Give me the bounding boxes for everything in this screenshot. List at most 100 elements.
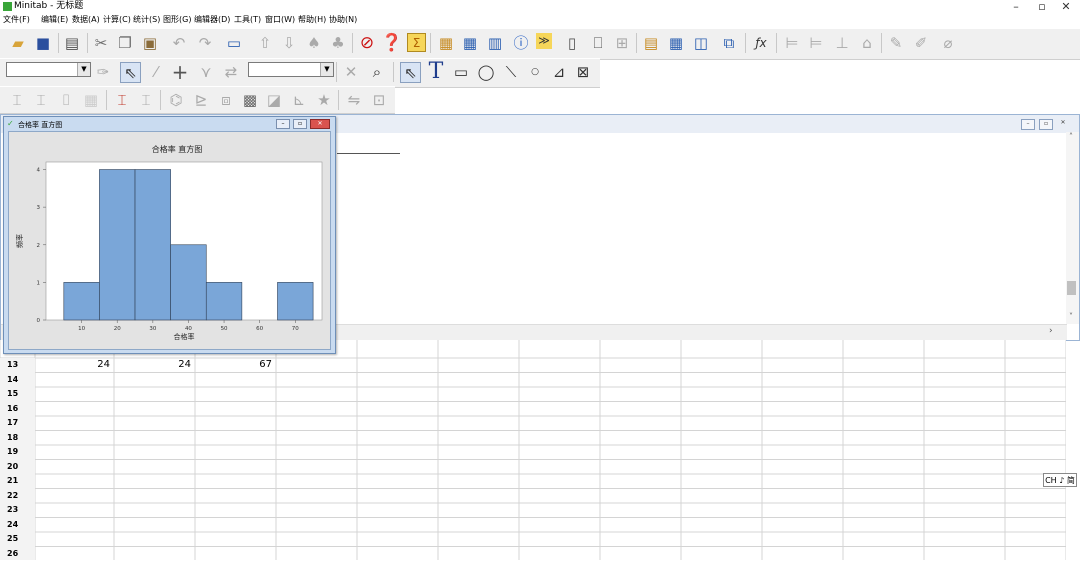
table-cell[interactable] <box>114 445 191 459</box>
table-cell[interactable] <box>195 518 272 532</box>
graph-restore-button[interactable]: ▫ <box>293 119 307 129</box>
select-arrow-icon[interactable]: ⇖ <box>400 62 421 83</box>
scroll-thumb[interactable] <box>1067 281 1076 295</box>
session-restore-button[interactable]: ▫ <box>1039 119 1053 130</box>
histogram-graph-window[interactable]: ✓ 合格率 直方图 – ▫ ✕ 合格率 直方图 0 1 2 3 4 10 20 30 40 50… <box>3 116 336 354</box>
layout-icon[interactable]: ⊵ <box>191 90 211 110</box>
fx-icon[interactable]: ƒx <box>751 33 771 53</box>
table-cell[interactable] <box>114 402 191 416</box>
select-arrow-icon[interactable]: ⇖ <box>120 62 141 83</box>
flag-icon[interactable]: ⋎ <box>196 62 216 82</box>
align-left-icon[interactable]: ⊨ <box>782 33 802 53</box>
table-cell[interactable] <box>35 387 110 401</box>
down-arrow-icon[interactable]: ⇩ <box>279 33 299 53</box>
table-cell[interactable] <box>35 489 110 503</box>
session-close-button[interactable]: ✕ <box>1057 119 1069 128</box>
table-cell[interactable] <box>114 387 191 401</box>
menu-data[interactable]: 数据(A) <box>72 14 100 26</box>
row-header[interactable]: 23 <box>7 503 35 517</box>
menu-stat[interactable]: 统计(S) <box>133 14 160 26</box>
scroll-up-icon[interactable]: ˄ <box>1069 132 1073 141</box>
menu-help[interactable]: 帮助(H) <box>298 14 326 26</box>
table-cell[interactable] <box>35 547 110 561</box>
table-cell[interactable] <box>195 547 272 561</box>
graph-item-select[interactable]: ▼ <box>248 62 334 77</box>
brush2-icon[interactable]: ◪ <box>264 90 284 110</box>
table-cell[interactable] <box>114 460 191 474</box>
table-cell[interactable]: 24 <box>35 358 110 372</box>
table-cell[interactable] <box>35 431 110 445</box>
row-header[interactable]: 26 <box>7 547 35 561</box>
brush-icon[interactable]: ⌬ <box>166 90 186 110</box>
table-cell[interactable] <box>114 532 191 546</box>
session-minimize-button[interactable]: – <box>1021 119 1035 130</box>
menu-file[interactable]: 文件(F) <box>3 14 30 26</box>
save-icon[interactable]: ■ <box>33 33 53 53</box>
row-header[interactable]: 19 <box>7 445 35 459</box>
layout-icon[interactable]: ⊞ <box>612 33 632 53</box>
row-header[interactable]: 16 <box>7 402 35 416</box>
find-next-icon[interactable]: ♣ <box>328 33 348 53</box>
bracket2-icon[interactable]: ⌶ <box>136 90 156 110</box>
add-bracket-icon[interactable]: ⌶ <box>31 90 51 110</box>
row-header[interactable]: 21 <box>7 474 35 488</box>
table-cell[interactable] <box>114 518 191 532</box>
table-cell[interactable] <box>35 402 110 416</box>
table-cell[interactable] <box>195 416 272 430</box>
close-graphs-icon[interactable]: ⧉ <box>719 33 739 53</box>
open-icon[interactable]: ▰ <box>8 33 28 53</box>
table-cell[interactable] <box>35 503 110 517</box>
brush-icon[interactable]: ⌂ <box>857 33 877 53</box>
row-header[interactable]: 17 <box>7 416 35 430</box>
close-button[interactable]: ✕ <box>1054 0 1078 13</box>
row-header[interactable]: 15 <box>7 387 35 401</box>
text-icon[interactable]: T <box>426 61 446 83</box>
notes-icon[interactable]: ▯ <box>562 33 582 53</box>
table-cell[interactable]: 24 <box>114 358 191 372</box>
table-cell[interactable] <box>35 373 110 387</box>
ellipse-icon[interactable]: ◯ <box>476 62 496 82</box>
menu-assist[interactable]: 协助(N) <box>329 14 357 26</box>
table-cell[interactable] <box>35 474 110 488</box>
table-cell[interactable] <box>195 387 272 401</box>
axis-icon[interactable]: ⊾ <box>289 90 309 110</box>
table-cell[interactable] <box>195 460 272 474</box>
row-header[interactable]: 20 <box>7 460 35 474</box>
help-icon[interactable]: ❓ <box>381 33 402 53</box>
table-cell[interactable] <box>195 489 272 503</box>
dialog-icon[interactable]: ▦ <box>436 33 456 53</box>
scroll-down-icon[interactable]: ˅ <box>1069 312 1073 321</box>
grid-icon[interactable]: ⌷ <box>56 90 76 110</box>
polygon-icon[interactable]: ⊠ <box>573 62 593 82</box>
sigma-icon[interactable]: Σ <box>407 33 426 52</box>
worksheet-icon[interactable]: ▦ <box>460 33 480 53</box>
polyline-icon[interactable]: ⊿ <box>549 62 569 82</box>
new-doc-icon[interactable]: ⎕ <box>588 33 608 53</box>
row-header[interactable]: 22 <box>7 489 35 503</box>
star-icon[interactable]: ★ <box>314 90 334 110</box>
copy-icon[interactable]: ❐ <box>115 33 135 53</box>
menu-graph[interactable]: 图形(G) <box>163 14 191 26</box>
undo-icon[interactable]: ↶ <box>169 33 189 53</box>
table-cell[interactable] <box>35 416 110 430</box>
rectangle-icon[interactable]: ▭ <box>451 62 471 82</box>
table-cell[interactable] <box>195 373 272 387</box>
pen-icon[interactable]: ✎ <box>886 33 906 53</box>
table-cell[interactable]: 67 <box>195 358 272 372</box>
bottom-icon[interactable]: ⊥ <box>832 33 852 53</box>
session-vscrollbar[interactable]: ˄ ˅ <box>1066 132 1079 324</box>
eraser-icon[interactable]: ⌀ <box>938 33 958 53</box>
row-header[interactable]: 18 <box>7 431 35 445</box>
crosshair-icon[interactable]: + <box>170 62 190 82</box>
row-header[interactable]: 14 <box>7 373 35 387</box>
menu-editor[interactable]: 编辑器(D) <box>194 14 230 26</box>
line-icon[interactable]: ⟍ <box>501 62 521 82</box>
table-cell[interactable] <box>114 431 191 445</box>
paste-icon[interactable]: ▣ <box>140 33 160 53</box>
table-cell[interactable] <box>35 460 110 474</box>
row-header[interactable]: 13 <box>7 358 35 372</box>
table-cell[interactable] <box>35 518 110 532</box>
table-cell[interactable] <box>195 474 272 488</box>
table-icon[interactable]: ⊡ <box>369 90 389 110</box>
graph-close-button[interactable]: ✕ <box>310 119 330 129</box>
